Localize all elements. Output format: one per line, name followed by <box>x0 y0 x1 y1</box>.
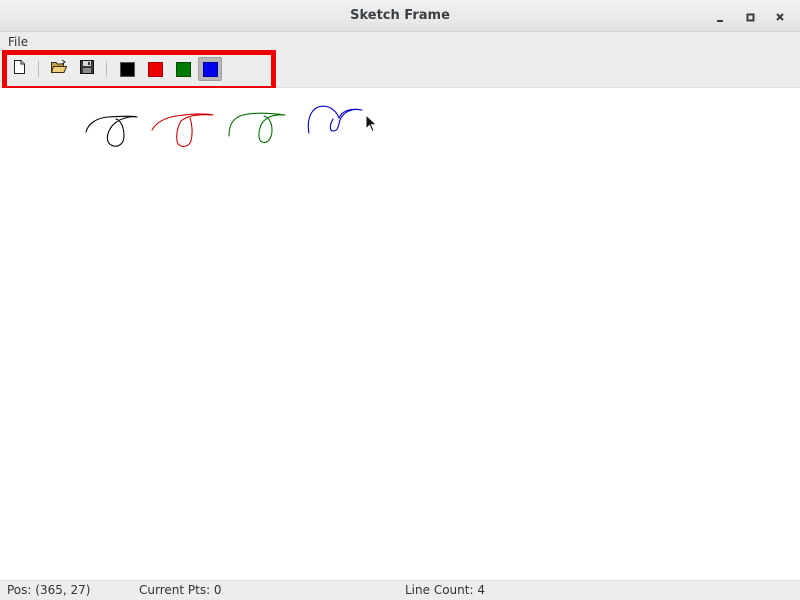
red-swatch-icon <box>147 61 163 77</box>
new-button[interactable] <box>7 57 31 81</box>
stroke-blue <box>307 105 363 134</box>
save-button[interactable] <box>75 57 99 81</box>
black-swatch-icon <box>119 61 135 77</box>
color-green-button[interactable] <box>171 57 195 81</box>
minimize-icon[interactable] <box>713 9 727 23</box>
color-blue-button[interactable] <box>198 57 222 81</box>
open-folder-icon <box>50 59 68 79</box>
close-icon[interactable] <box>773 9 787 23</box>
color-black-button[interactable] <box>115 57 139 81</box>
menu-bar: File <box>0 32 800 52</box>
title-bar[interactable]: Sketch Frame <box>0 0 800 32</box>
canvas-drawing <box>85 105 363 147</box>
drawing-canvas[interactable] <box>0 88 800 580</box>
maximize-icon[interactable] <box>744 9 758 23</box>
floppy-disk-icon <box>79 59 95 79</box>
toolbar-separator <box>38 61 39 77</box>
menu-file[interactable]: File <box>8 35 28 49</box>
status-bar: Pos: (365, 27) Current Pts: 0 Line Count… <box>0 580 800 600</box>
sketch-frame-window: Sketch Frame File Pos: (365, 27) Current… <box>0 0 800 600</box>
color-red-button[interactable] <box>143 57 167 81</box>
toolbar-separator <box>106 61 107 77</box>
stroke-green <box>228 112 286 143</box>
status-line-count: Line Count: 4 <box>405 583 485 597</box>
new-document-icon <box>11 59 27 79</box>
status-current-points: Current Pts: 0 <box>139 583 222 597</box>
stroke-red <box>151 113 214 147</box>
window-title: Sketch Frame <box>350 8 450 23</box>
stroke-black <box>85 115 138 147</box>
green-swatch-icon <box>175 61 191 77</box>
blue-swatch-icon <box>202 61 218 77</box>
toolbar <box>0 52 800 88</box>
open-button[interactable] <box>47 57 71 81</box>
status-position: Pos: (365, 27) <box>7 583 91 597</box>
